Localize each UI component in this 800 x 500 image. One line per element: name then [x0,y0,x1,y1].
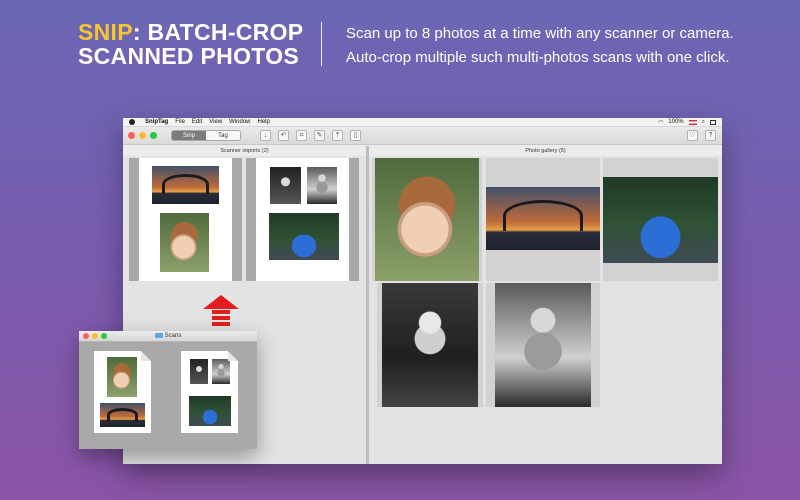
banner-divider [321,22,322,66]
gallery-photo-man[interactable] [495,283,591,407]
arrow-bar [212,316,230,320]
scan-photo-rafting[interactable] [269,213,339,260]
title-line-1: SNIP: BATCH-CROP [78,20,308,44]
gallery-photo-woman[interactable] [382,283,478,407]
menu-file[interactable]: File [175,119,185,125]
apple-icon[interactable] [129,119,135,125]
banner-desc-line-2: Auto-crop multiple such multi-photos sca… [346,49,730,66]
pane-headers: Scanner imports (2) Photo gallery (5) [123,146,722,156]
help-icon[interactable]: ? [705,130,716,141]
gallery-photo-bridge[interactable] [486,187,600,250]
gallery-item[interactable] [486,283,600,407]
scan-file-1[interactable] [94,351,151,433]
window-toolbar: Snip Tag ↓ ↶ ⌗ ✎ ⤒ ▯ ♡ ? [123,127,722,145]
scan-page-2[interactable] [246,158,359,281]
finder-window-controls [83,333,107,339]
menu-window[interactable]: Window [229,119,250,125]
finder-titlebar: Scans [79,331,257,342]
window-controls [128,132,157,139]
gallery-item[interactable] [486,158,600,281]
upload-arrow-icon [203,295,239,329]
notification-icon[interactable] [710,119,716,125]
crop-icon[interactable]: ⌗ [296,130,307,141]
scan-sheet [139,158,232,281]
scan-photo-man[interactable] [307,167,337,204]
banner-desc-line-1: Scan up to 8 photos at a time with any s… [346,25,734,42]
arrow-bar [212,310,230,314]
title-line-2: SCANNED PHOTOS [78,43,300,69]
menu-view[interactable]: View [209,119,222,125]
minimize-button[interactable] [139,132,146,139]
finder-minimize-button[interactable] [92,333,98,339]
tag-tab[interactable]: Tag [206,131,240,140]
download-icon[interactable]: ↓ [260,130,271,141]
scan-file-2[interactable] [181,351,238,433]
menu-edit[interactable]: Edit [192,119,202,125]
trash-icon[interactable]: ▯ [350,130,361,141]
title-rest: : BATCH-CROP [132,19,304,45]
search-icon[interactable]: ⌕ [702,119,705,126]
file-photo-baby [107,357,137,397]
scan-sheet [256,158,349,281]
export-icon[interactable]: ⤒ [332,130,343,141]
battery-level[interactable]: 100% [668,119,683,125]
menu-help[interactable]: Help [258,119,270,125]
finder-window: Scans [79,331,257,449]
gallery-item[interactable] [603,158,718,281]
arrow-bar [212,322,230,326]
snip-tab[interactable]: Snip [172,131,206,140]
banner-title: SNIP: BATCH-CROP SCANNED PHOTOS [78,20,308,68]
photo-gallery-pane [369,156,722,464]
menu-app-name[interactable]: SnipTag [145,119,168,125]
title-accent: SNIP [78,19,133,45]
gallery-photo-rafting[interactable] [603,177,718,263]
file-photo-bridge [100,403,145,427]
menu-status-area: ◠ 100% ⌕ [658,119,722,126]
file-photo-rafting [189,396,231,426]
scanner-imports-header: Scanner imports (2) [220,148,269,154]
zoom-button[interactable] [150,132,157,139]
pencil-icon[interactable]: ✎ [314,130,325,141]
tool-buttons: ↓ ↶ ⌗ ✎ ⤒ ▯ [260,130,361,141]
undo-icon[interactable]: ↶ [278,130,289,141]
folder-icon [154,332,163,338]
toolbar-right: ♡ ? [687,130,716,141]
gallery-item[interactable] [372,158,482,281]
finder-zoom-button[interactable] [101,333,107,339]
scan-page-1[interactable] [129,158,242,281]
gallery-photo-baby[interactable] [375,158,479,281]
banner-description: Scan up to 8 photos at a time with any s… [346,22,786,70]
file-photo-man [212,359,230,384]
photo-gallery-header: Photo gallery (5) [525,148,566,154]
mode-segmented-control: Snip Tag [171,130,241,141]
gallery-item[interactable] [377,283,483,407]
arrow-head [203,295,239,309]
wifi-icon[interactable]: ◠ [658,119,663,126]
scan-photo-bridge[interactable] [152,166,219,204]
scan-photo-baby[interactable] [160,213,209,272]
finder-title: Scans [164,333,182,339]
menu-bar: SnipTag File Edit View Window Help ◠ 100… [123,118,722,127]
close-button[interactable] [128,132,135,139]
file-photo-woman [190,359,208,384]
flag-icon[interactable] [688,119,697,125]
scan-photo-woman[interactable] [270,167,301,204]
heart-icon[interactable]: ♡ [687,130,698,141]
finder-close-button[interactable] [83,333,89,339]
